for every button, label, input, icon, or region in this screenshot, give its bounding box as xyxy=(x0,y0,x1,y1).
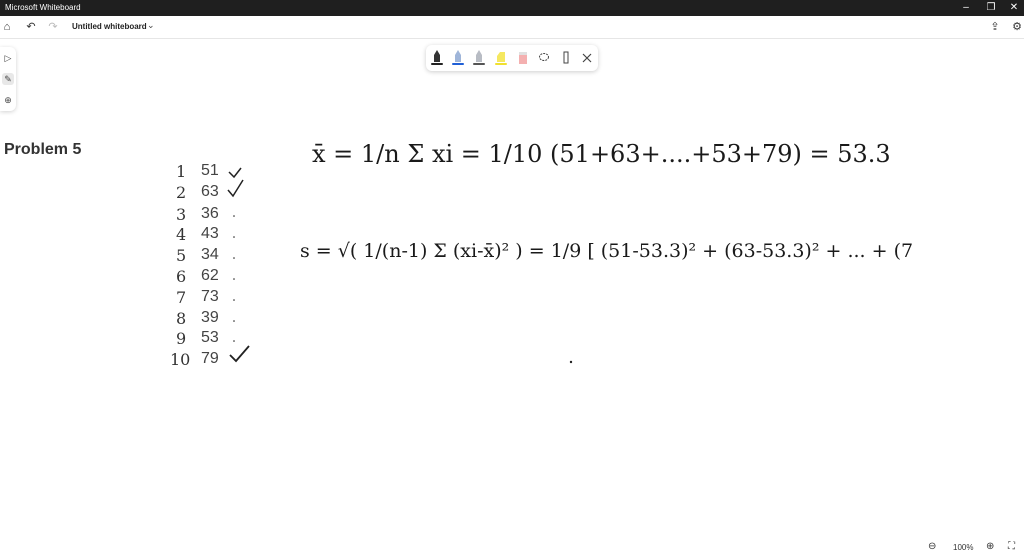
dot-ink xyxy=(569,360,573,364)
dot-ink xyxy=(233,299,235,301)
ink-marks xyxy=(227,167,573,364)
checkmark-ink xyxy=(227,179,244,198)
fit-screen-icon[interactable]: ⛶ xyxy=(1008,541,1015,552)
zoom-bar: ⊖ 100% ⊕ ⛶ xyxy=(920,540,1024,554)
checkmark-ink xyxy=(229,345,250,363)
zoom-in-icon[interactable]: ⊕ xyxy=(986,541,994,552)
zoom-out-icon[interactable]: ⊖ xyxy=(928,541,936,552)
zoom-level: 100% xyxy=(953,543,974,552)
dot-ink xyxy=(233,320,235,322)
dot-ink xyxy=(233,340,235,342)
dot-ink xyxy=(233,236,235,238)
checkmark-ink xyxy=(228,167,242,179)
dot-ink xyxy=(233,278,235,280)
dot-ink xyxy=(233,257,235,259)
dot-ink xyxy=(233,215,235,217)
